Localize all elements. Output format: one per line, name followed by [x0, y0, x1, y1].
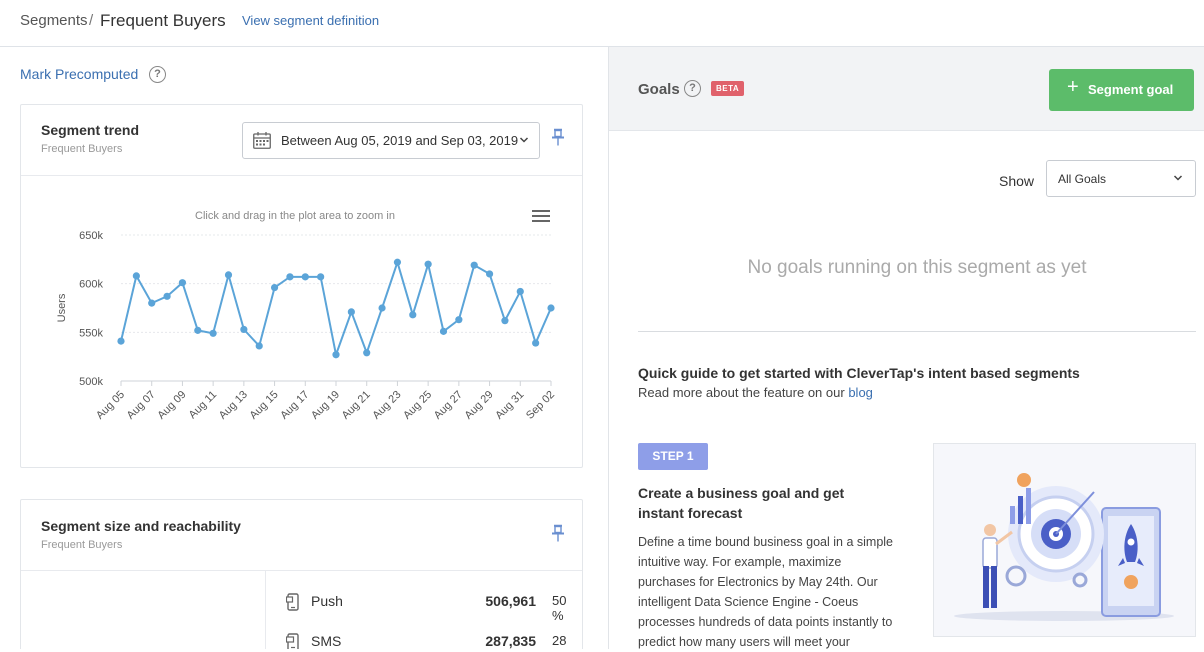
data-point[interactable] — [178, 279, 187, 287]
chevron-down-icon — [519, 137, 529, 143]
data-point[interactable] — [409, 311, 417, 319]
x-tick-label: Aug 11 — [187, 389, 220, 422]
data-point[interactable] — [240, 325, 248, 334]
card-title: Segment trend — [41, 122, 140, 138]
data-point[interactable] — [117, 337, 125, 345]
breadcrumb-separator: / — [89, 12, 94, 29]
x-tick-label: Aug 07 — [125, 389, 158, 422]
step-badge: STEP 1 — [638, 443, 708, 470]
x-tick-label: Sep 02 — [524, 389, 557, 422]
add-segment-goal-button[interactable]: + Segment goal — [1049, 69, 1194, 111]
x-tick-label: Aug 19 — [309, 389, 342, 422]
breadcrumb-segments[interactable]: Segments — [20, 12, 88, 29]
date-range-select[interactable]: Between Aug 05, 2019 and Sep 03, 2019 — [242, 122, 540, 159]
x-tick-label: Aug 09 — [155, 389, 188, 422]
data-point[interactable] — [347, 308, 355, 316]
data-point[interactable] — [516, 287, 524, 296]
data-point[interactable] — [332, 351, 340, 359]
step-title: Create a business goal and get instant f… — [638, 485, 845, 521]
data-point[interactable] — [485, 270, 494, 278]
data-point[interactable] — [163, 292, 171, 300]
plus-icon: + — [1067, 76, 1079, 98]
data-point[interactable] — [363, 349, 371, 357]
x-tick-label: Aug 29 — [463, 389, 496, 422]
data-point[interactable] — [209, 329, 217, 337]
pin-icon[interactable] — [551, 524, 565, 542]
date-range-value: Between Aug 05, 2019 and Sep 03, 2019 — [281, 133, 519, 148]
data-point[interactable] — [132, 272, 140, 280]
data-point[interactable] — [378, 304, 386, 312]
y-tick-label: 650k — [79, 230, 103, 242]
series-line — [120, 258, 552, 359]
x-tick-label: Aug 23 — [370, 389, 403, 422]
x-tick-label: Aug 17 — [278, 389, 311, 422]
channel-row-sms: SMS 287,835 28 % — [286, 631, 576, 649]
channel-row-push: Push 506,961 50 % — [286, 591, 576, 623]
goal-target-illustration — [954, 473, 1174, 621]
x-tick-label: Aug 05 — [94, 389, 127, 422]
show-label: Show — [999, 173, 1035, 189]
data-point[interactable] — [286, 273, 294, 281]
data-point[interactable] — [301, 273, 309, 281]
x-tick-label: Aug 31 — [493, 389, 526, 422]
data-point[interactable] — [532, 339, 540, 347]
goals-title: Goals — [638, 81, 680, 98]
blog-link[interactable]: blog — [848, 385, 873, 400]
left-panel: Mark Precomputed ? Segment trend Frequen… — [0, 47, 608, 649]
x-tick-label: Aug 15 — [248, 389, 281, 422]
data-point[interactable] — [148, 299, 156, 307]
goals-header: Goals ? BETA + Segment goal — [609, 47, 1204, 131]
calendar-icon — [253, 132, 271, 149]
data-point[interactable] — [424, 260, 432, 268]
y-tick-label: 550k — [79, 327, 103, 339]
x-tick-label: Aug 25 — [401, 389, 434, 422]
goals-panel: Goals ? BETA + Segment goal Show All Goa… — [608, 47, 1204, 649]
y-axis-label: Users — [56, 293, 68, 322]
goals-filter-select[interactable]: All Goals — [1046, 160, 1196, 197]
data-point[interactable] — [470, 261, 478, 269]
data-point[interactable] — [501, 317, 509, 325]
data-point[interactable] — [455, 316, 463, 324]
data-point[interactable] — [224, 271, 233, 279]
card-subtitle: Frequent Buyers — [41, 143, 123, 155]
card-title: Segment size and reachability — [41, 518, 241, 534]
pin-icon[interactable] — [551, 128, 565, 146]
data-point[interactable] — [439, 327, 448, 335]
guide-subtitle: Read more about the feature on our blog — [638, 385, 873, 400]
forecast-illustration — [933, 443, 1196, 637]
segment-trend-card: Segment trend Frequent Buyers Between Au… — [20, 104, 583, 468]
page-title: Frequent Buyers — [100, 11, 226, 30]
guide-title: Quick guide to get started with CleverTa… — [638, 365, 1080, 381]
y-tick-label: 600k — [79, 279, 103, 291]
card-subtitle: Frequent Buyers — [41, 539, 123, 551]
help-icon[interactable]: ? — [684, 80, 701, 97]
push-icon — [286, 593, 299, 611]
data-point[interactable] — [547, 304, 555, 312]
x-tick-label: Aug 27 — [432, 389, 465, 422]
data-point[interactable] — [255, 342, 263, 350]
sms-icon — [286, 633, 299, 649]
chevron-down-icon — [1173, 175, 1183, 181]
mark-precomputed-link[interactable]: Mark Precomputed — [20, 66, 138, 82]
chart-menu-icon[interactable] — [532, 210, 550, 224]
step-body: Define a time bound business goal in a s… — [638, 535, 894, 649]
data-point[interactable] — [194, 326, 202, 334]
empty-state-text: No goals running on this segment as yet — [747, 257, 1087, 278]
data-point[interactable] — [270, 283, 279, 292]
x-tick-label: Aug 21 — [340, 389, 373, 422]
data-point[interactable] — [317, 273, 325, 281]
beta-badge: BETA — [711, 81, 745, 96]
data-point[interactable] — [393, 258, 402, 266]
zoom-hint: Click and drag in the plot area to zoom … — [195, 210, 395, 222]
segment-size-card: Segment size and reachability Frequent B… — [20, 499, 583, 649]
help-icon[interactable]: ? — [149, 66, 166, 83]
top-bar: Segments / Frequent Buyers View segment … — [0, 0, 1204, 47]
y-tick-label: 500k — [79, 376, 103, 388]
x-tick-label: Aug 13 — [217, 389, 250, 422]
view-segment-definition-link[interactable]: View segment definition — [242, 13, 379, 28]
segment-trend-chart[interactable]: 500k550k600k650kUsersAug 05Aug 07Aug 09A… — [21, 225, 584, 460]
